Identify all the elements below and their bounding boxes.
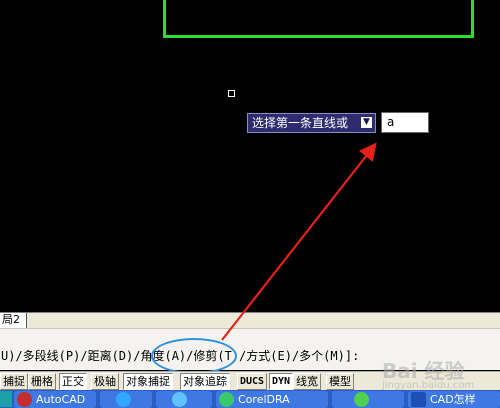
task-coreldraw[interactable]: CorelDRA	[216, 391, 328, 408]
task-upload[interactable]	[332, 391, 404, 408]
coreldraw-icon	[219, 392, 234, 407]
task-cad-doc[interactable]: CAD怎样	[408, 391, 500, 408]
highlight-ellipse	[151, 338, 237, 374]
dynamic-prompt-text: 选择第一条直线或	[252, 116, 349, 130]
dynamic-input-field[interactable]: a	[381, 112, 429, 133]
dropdown-arrow-icon[interactable]: ▼	[361, 117, 372, 128]
drawing-canvas[interactable]: 选择第一条直线或 ▼ a	[0, 0, 500, 312]
green-rectangle	[163, 0, 474, 38]
chat-icon	[172, 392, 187, 407]
osnap-button[interactable]: 对象捕捉	[123, 373, 173, 390]
task-chat[interactable]	[156, 391, 212, 408]
task-browser[interactable]	[100, 391, 152, 408]
dyn-button[interactable]: DYN	[269, 373, 294, 390]
tab-layout2[interactable]: 局2	[0, 313, 27, 328]
watermark-logo: Bai 经验 jingyan.baidu.com	[382, 359, 475, 391]
dynamic-prompt: 选择第一条直线或 ▼	[247, 113, 376, 133]
lineweight-button[interactable]: 线宽	[293, 373, 321, 390]
grid-button[interactable]: 栅格	[28, 373, 56, 390]
taskbar: AutoCAD CorelDRA CAD怎样	[0, 390, 500, 408]
task-autocad[interactable]: AutoCAD	[14, 391, 96, 408]
layout-tabs-bar: 局2	[0, 312, 500, 328]
polar-button[interactable]: 极轴	[91, 373, 119, 390]
ducs-button[interactable]: DUCS	[237, 373, 268, 390]
start-button[interactable]	[0, 391, 12, 407]
snap-button[interactable]: 捕捉	[0, 373, 28, 390]
pz-icon	[411, 392, 426, 407]
upload-icon	[354, 392, 369, 407]
cursor-pickbox	[228, 90, 235, 97]
model-button[interactable]: 模型	[326, 373, 354, 390]
otrack-button[interactable]: 对象追踪	[180, 373, 230, 390]
autocad-icon	[17, 392, 32, 407]
browser-icon	[116, 392, 131, 407]
command-history	[0, 328, 500, 344]
ortho-button[interactable]: 正交	[59, 373, 87, 390]
